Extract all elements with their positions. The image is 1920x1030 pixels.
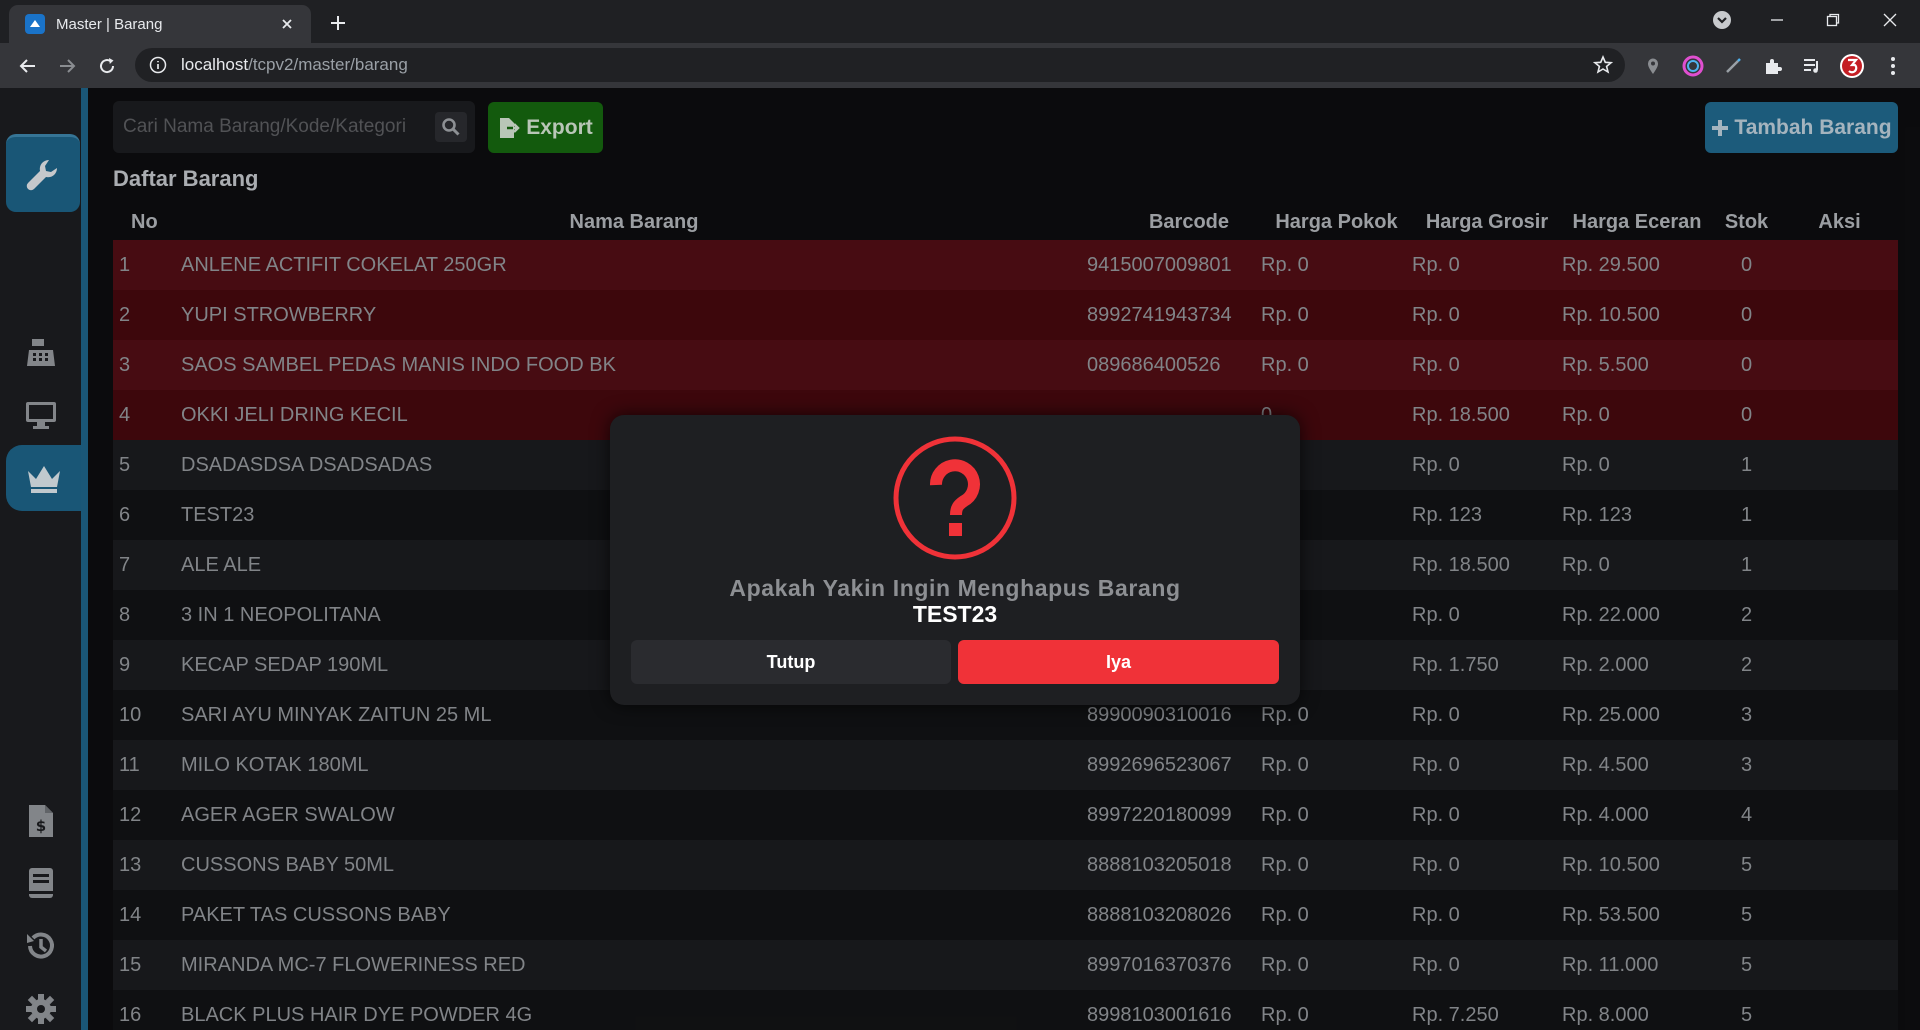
restore-icon[interactable] [1813,4,1853,36]
confirm-delete-button[interactable]: Iya [958,640,1279,684]
bookmark-star-icon[interactable] [1593,55,1613,75]
cancel-button[interactable]: Tutup [631,640,951,684]
forward-icon[interactable] [51,50,83,82]
browser-menu-icon[interactable] [1880,53,1906,79]
color-picker-extension-icon[interactable] [1680,53,1706,79]
browser-tabstrip: Master | Barang [0,0,1920,43]
minimize-icon[interactable] [1757,4,1797,36]
reload-icon[interactable] [91,50,123,82]
back-icon[interactable] [12,50,44,82]
site-info-icon[interactable] [149,56,167,74]
site-favicon-icon [25,14,45,34]
dialog-item-name: TEST23 [912,601,998,627]
tab-close-icon[interactable] [275,12,299,36]
tab-search-icon[interactable] [1702,4,1742,36]
question-icon [893,436,1017,560]
address-bar[interactable]: localhost/tcpv2/master/barang [135,48,1625,82]
tab-title: Master | Barang [56,15,163,33]
browser-toolbar: localhost/tcpv2/master/barang [0,43,1920,88]
media-control-icon[interactable] [1799,53,1825,79]
delete-confirm-dialog: Apakah Yakin Ingin Menghapus Barang TEST… [610,415,1300,705]
close-window-icon[interactable] [1870,4,1910,36]
new-tab-icon[interactable] [325,10,351,36]
location-extension-icon[interactable] [1640,53,1666,79]
browser-tab[interactable]: Master | Barang [9,5,311,43]
url-path: /tcpv2/master/barang [248,55,408,74]
extensions-puzzle-icon[interactable] [1760,53,1786,79]
dialog-title: Apakah Yakin Ingin Menghapus Barang [729,575,1181,601]
pen-extension-icon[interactable] [1720,53,1746,79]
profile-avatar-icon[interactable] [1839,53,1865,79]
url-host: localhost [181,55,249,74]
